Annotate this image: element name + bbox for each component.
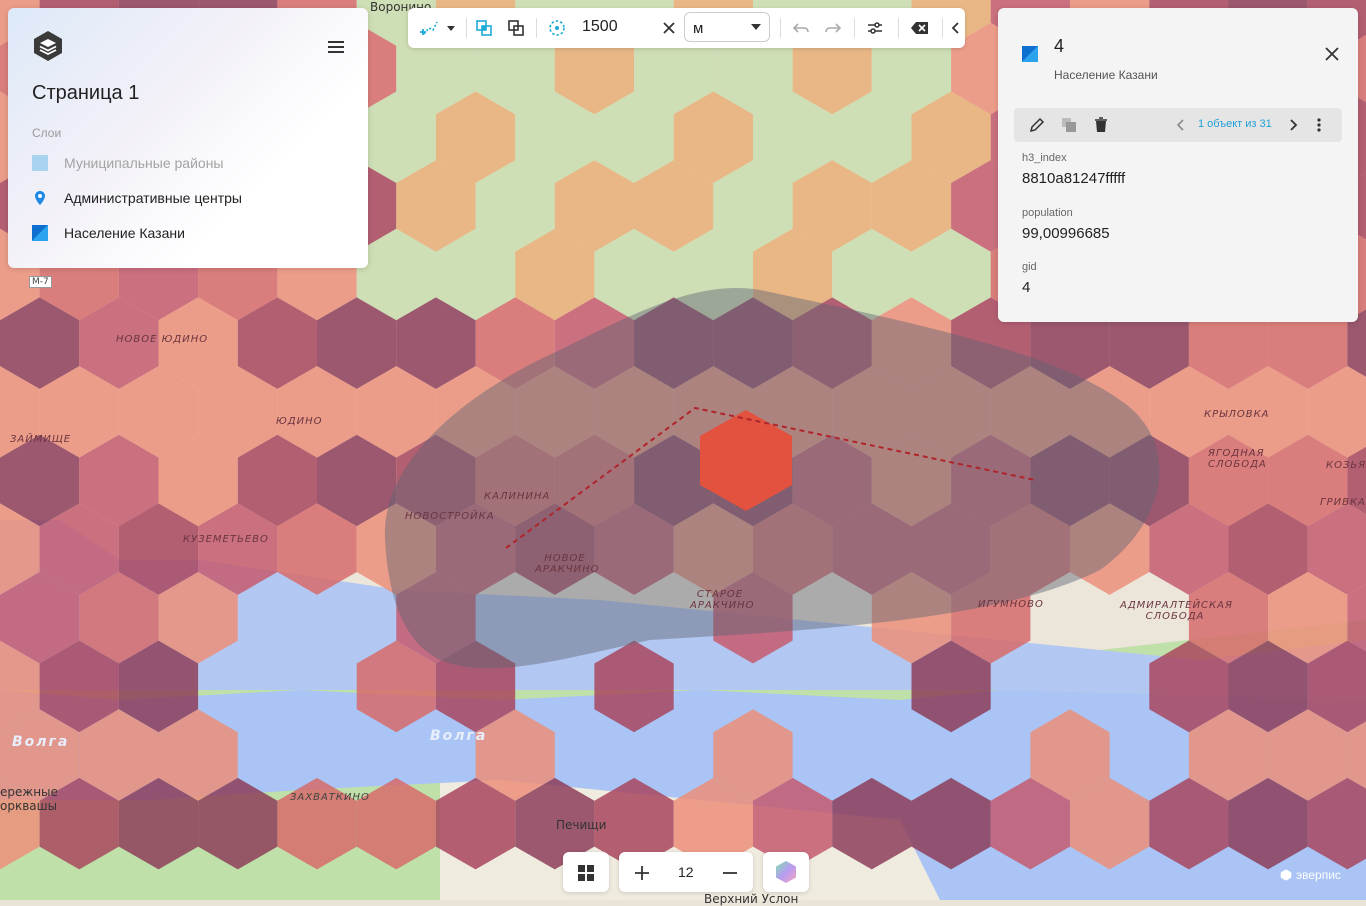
feature-actions-bar: 1 объект из 31 xyxy=(1014,108,1342,142)
zoom-out-icon[interactable] xyxy=(721,864,739,882)
attribution-logo-icon xyxy=(1280,869,1292,881)
map-pin-icon xyxy=(35,191,45,205)
place-label: НОВОСТРОЙКА xyxy=(405,511,495,522)
layer-label: Муниципальные районы xyxy=(64,155,224,171)
attribute-key: h3_index xyxy=(1022,152,1067,164)
draw-point-icon xyxy=(420,21,438,35)
layers-panel: Страница 1 Слои Муниципальные районы Адм… xyxy=(8,8,368,268)
hamburger-menu-icon[interactable] xyxy=(326,38,346,56)
feature-title: 4 xyxy=(1054,36,1065,56)
zoom-level: 12 xyxy=(678,864,694,880)
place-label: КОЗЬЯ xyxy=(1326,460,1366,471)
radius-icon xyxy=(549,20,565,36)
river-label: Волга xyxy=(12,734,70,750)
chevron-right-icon[interactable] xyxy=(1284,116,1302,134)
grid-icon xyxy=(578,865,594,881)
place-label: ЗАЙМИЩЕ xyxy=(10,434,72,445)
app-logo-icon[interactable] xyxy=(32,30,64,62)
style-button[interactable] xyxy=(763,852,809,892)
delete-icon xyxy=(911,22,928,34)
attribution-text: эверпис xyxy=(1296,868,1341,882)
layer-item-kazan-population[interactable]: Население Казани xyxy=(32,221,352,245)
layer-item-municipal[interactable]: Муниципальные районы xyxy=(32,151,352,175)
draw-mode-dropdown[interactable] xyxy=(444,16,458,40)
redo-button[interactable] xyxy=(820,16,846,40)
place-label: СТАРОЕ АРАКЧИНО xyxy=(690,589,755,611)
place-label: НОВОЕ ЮДИНО xyxy=(116,334,209,345)
chevron-left-icon[interactable] xyxy=(1172,116,1190,134)
delete-geometry-button[interactable] xyxy=(906,16,934,40)
layer-label: Население Казани xyxy=(64,225,185,241)
intersect-icon xyxy=(476,20,492,36)
place-label: ИГУМНОВО xyxy=(978,599,1044,610)
clear-radius-button[interactable] xyxy=(658,16,680,40)
chevron-down-icon xyxy=(751,24,761,30)
attribute-key: population xyxy=(1022,207,1073,219)
river-label: Волга xyxy=(430,728,488,744)
union-icon xyxy=(508,20,524,36)
layer-item-admin-centers[interactable]: Административные центры xyxy=(32,186,352,210)
radius-button[interactable] xyxy=(544,16,570,40)
undo-icon xyxy=(792,23,809,33)
place-label: КРЫЛОВКА xyxy=(1204,409,1270,420)
feature-layer-name: Население Казани xyxy=(1054,68,1158,82)
road-shield: М-7 xyxy=(29,276,52,288)
trash-icon[interactable] xyxy=(1092,116,1110,134)
basemap-button[interactable] xyxy=(563,852,609,892)
zoom-in-icon[interactable] xyxy=(633,864,651,882)
attribute-value: 4 xyxy=(1022,279,1031,296)
geo-toolbar: 1500 м xyxy=(408,8,965,48)
close-icon[interactable] xyxy=(1322,44,1342,64)
place-label: АДМИРАЛТЕЙСКАЯ СЛОБОДА xyxy=(1120,600,1233,622)
place-label: ЗАХВАТКИНО xyxy=(290,792,370,803)
edit-pencil-icon[interactable] xyxy=(1028,116,1046,134)
layers-caption: Слои xyxy=(32,126,62,140)
place-label: КАЛИНИНА xyxy=(484,491,551,502)
place-label: Верхний Услон xyxy=(704,892,799,906)
clear-icon xyxy=(663,22,675,34)
attribute-value: 8810a81247fffff xyxy=(1022,170,1126,187)
redo-icon xyxy=(825,23,842,33)
unit-select[interactable]: м xyxy=(684,12,770,42)
place-label: НОВОЕ АРАКЧИНО xyxy=(535,553,600,575)
attribute-value: 99,00996685 xyxy=(1022,225,1110,242)
draw-point-button[interactable] xyxy=(416,16,444,40)
place-label: ережные орквашы xyxy=(0,785,58,813)
settings-icon xyxy=(868,22,882,34)
page-title: Страница 1 xyxy=(32,82,140,104)
color-hexagon-icon xyxy=(776,861,796,883)
polygon-layer-icon xyxy=(32,155,48,171)
place-label: Печищи xyxy=(556,818,607,832)
unit-value: м xyxy=(693,20,704,37)
layer-color-swatch xyxy=(1022,46,1038,62)
layer-label: Административные центры xyxy=(64,190,242,206)
dropdown-arrow-icon xyxy=(447,26,455,31)
undo-button[interactable] xyxy=(788,16,814,40)
chevron-left-icon xyxy=(951,22,959,34)
more-vertical-icon[interactable] xyxy=(1310,116,1328,134)
feature-pager[interactable]: 1 объект из 31 xyxy=(1198,118,1272,130)
settings-button[interactable] xyxy=(862,16,888,40)
copy-icon[interactable] xyxy=(1060,116,1078,134)
intersect-button[interactable] xyxy=(472,16,496,40)
place-label: КУЗЕМЕТЬЕВО xyxy=(183,534,269,545)
attribution[interactable]: эверпис xyxy=(1280,868,1341,882)
feature-info-panel: 4 Население Казани 1 объект из 31 h3_ind… xyxy=(998,8,1358,322)
union-button[interactable] xyxy=(504,16,528,40)
place-label: ЯГОДНАЯ СЛОБОДА xyxy=(1208,448,1267,470)
attribute-key: gid xyxy=(1022,261,1037,273)
place-label: ЮДИНО xyxy=(276,416,323,427)
collapse-toolbar-button[interactable] xyxy=(946,16,964,40)
polygon-layer-icon xyxy=(32,225,48,241)
place-label: ГРИВКА xyxy=(1320,497,1366,508)
radius-input[interactable]: 1500 xyxy=(582,18,618,36)
zoom-control: 12 xyxy=(619,852,753,892)
